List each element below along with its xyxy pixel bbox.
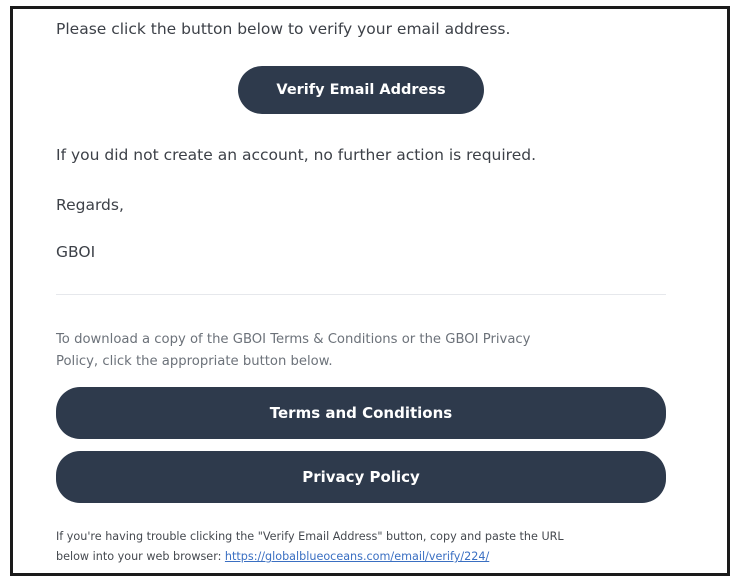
trouble-instructions-line2: below into your web browser: https://glo… xyxy=(56,547,676,567)
intro-text: Please click the button below to verify … xyxy=(56,20,511,38)
verify-url-link[interactable]: https://globalblueoceans.com/email/verif… xyxy=(225,550,489,563)
signature-text: GBOI xyxy=(56,243,96,261)
download-instructions-line1: To download a copy of the GBOI Terms & C… xyxy=(56,332,531,347)
no-action-text: If you did not create an account, no fur… xyxy=(56,146,537,164)
trouble-instructions-line1: If you're having trouble clicking the "V… xyxy=(56,530,564,543)
regards-text: Regards, xyxy=(56,196,124,214)
privacy-policy-button[interactable]: Privacy Policy xyxy=(56,451,666,503)
trouble-instructions-prefix: below into your web browser: xyxy=(56,550,225,563)
verify-email-button[interactable]: Verify Email Address xyxy=(238,66,484,114)
terms-and-conditions-button[interactable]: Terms and Conditions xyxy=(56,387,666,439)
section-divider xyxy=(56,294,666,295)
download-instructions-line2: Policy, click the appropriate button bel… xyxy=(56,354,333,369)
download-instructions: To download a copy of the GBOI Terms & C… xyxy=(56,329,656,373)
trouble-instructions: If you're having trouble clicking the "V… xyxy=(56,527,676,567)
